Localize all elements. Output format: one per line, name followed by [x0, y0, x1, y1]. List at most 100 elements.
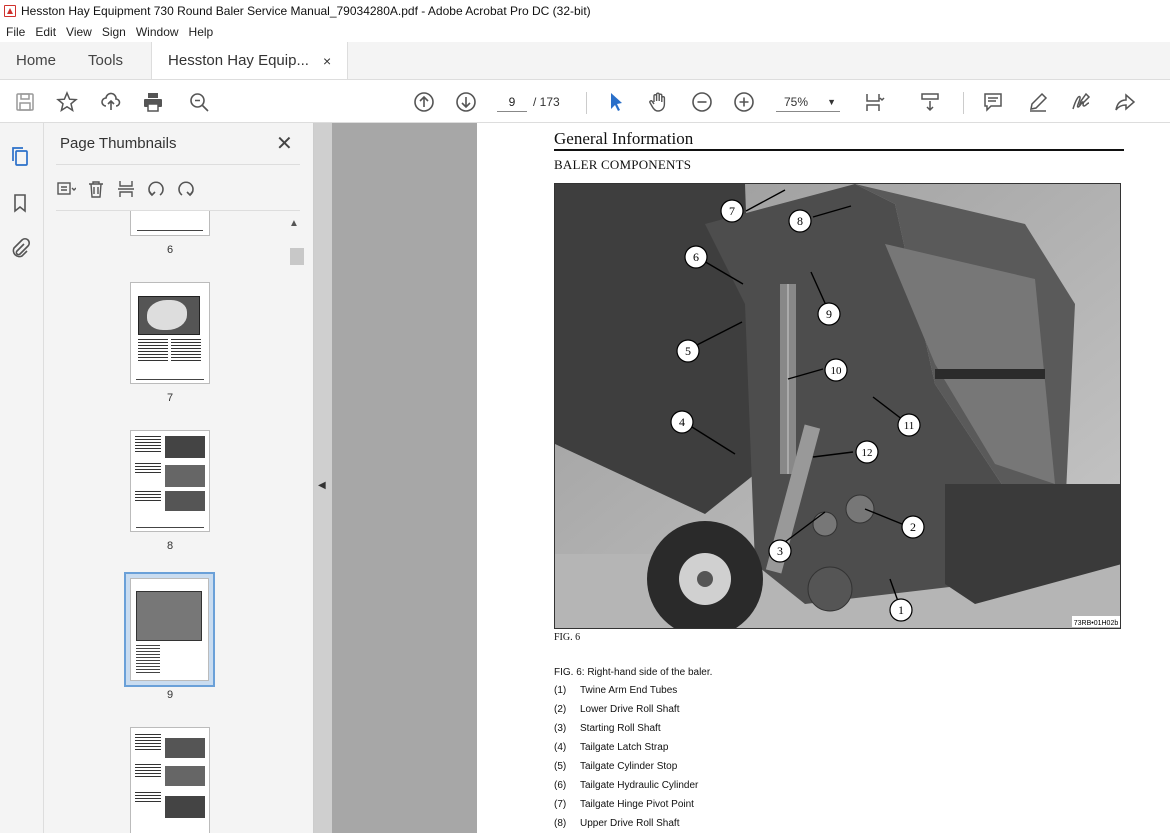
heading-rule [554, 149, 1124, 151]
page-thumbnails-icon[interactable] [9, 145, 33, 169]
scrollbar-thumb[interactable] [290, 248, 304, 265]
attachment-icon[interactable] [9, 237, 33, 261]
legend-item: (2) Lower Drive Roll Shaft [554, 704, 680, 715]
thumbnail-page-8[interactable] [130, 430, 210, 532]
title-bar: Hesston Hay Equipment 730 Round Baler Se… [0, 0, 1170, 22]
callout-3: 3 [768, 539, 792, 563]
svg-text:8: 8 [797, 214, 803, 228]
svg-text:10: 10 [831, 365, 843, 377]
divider [56, 164, 300, 165]
tab-home[interactable]: Home [0, 42, 72, 79]
thumbnail-label: 8 [166, 540, 174, 552]
menu-window[interactable]: Window [136, 25, 179, 39]
thumbnail-options-icon[interactable] [56, 179, 76, 199]
menu-view[interactable]: View [66, 25, 92, 39]
callout-9: 9 [817, 302, 841, 326]
svg-text:12: 12 [862, 447, 873, 459]
zoom-level-value: 75% [784, 95, 809, 109]
toolbar-divider [963, 92, 964, 114]
thumbnail-page-6[interactable] [130, 211, 210, 236]
menu-sign[interactable]: Sign [102, 25, 126, 39]
sign-icon[interactable] [1068, 89, 1094, 115]
window-title: Hesston Hay Equipment 730 Round Baler Se… [21, 4, 591, 18]
highlight-pen-icon[interactable] [1025, 89, 1051, 115]
figure-title: FIG. 6: Right-hand side of the baler. [554, 667, 713, 678]
thumbnail-page-9[interactable] [130, 578, 209, 681]
callout-1: 1 [889, 598, 913, 622]
svg-text:5: 5 [685, 344, 691, 358]
menu-edit[interactable]: Edit [35, 25, 56, 39]
menu-bar: File Edit View Sign Window Help [0, 22, 1170, 42]
callout-5: 5 [676, 339, 700, 363]
tab-close-icon[interactable]: × [323, 53, 331, 69]
collapse-panel-icon[interactable]: ◀ [318, 480, 326, 491]
legend-item: (6) Tailgate Hydraulic Cylinder [554, 780, 699, 791]
legend-item: (1) Twine Arm End Tubes [554, 685, 678, 696]
left-rail [0, 123, 44, 833]
toolbar: 9 / 173 75% ▼ [0, 80, 1170, 123]
acrobat-logo-icon [4, 5, 16, 17]
cloud-upload-icon[interactable] [98, 89, 124, 115]
callout-7: 7 [720, 199, 744, 223]
star-icon[interactable] [54, 89, 80, 115]
menu-help[interactable]: Help [189, 25, 214, 39]
callout-10: 10 [824, 358, 848, 382]
thumbnail-label: 9 [166, 689, 174, 701]
thumbnails-panel: Page Thumbnails ✕ 6 7 8 9 ▲ [44, 123, 314, 833]
callout-11: 11 [897, 413, 921, 437]
svg-text:2: 2 [910, 520, 916, 534]
legend-item: (5) Tailgate Cylinder Stop [554, 761, 678, 772]
panel-tools [56, 175, 206, 203]
previous-page-icon[interactable] [411, 89, 437, 115]
svg-text:9: 9 [826, 307, 832, 321]
share-icon[interactable] [1112, 89, 1138, 115]
comment-icon[interactable] [980, 89, 1006, 115]
page-number-input[interactable]: 9 [497, 92, 527, 112]
delete-page-icon[interactable] [86, 179, 106, 199]
page-display-icon[interactable] [862, 89, 888, 115]
photo-code: 73RB•01H02b [1074, 620, 1119, 627]
select-cursor-icon[interactable] [603, 89, 629, 115]
callout-8: 8 [788, 209, 812, 233]
callout-12: 12 [855, 440, 879, 464]
thumbnail-scrollbar[interactable]: ▲ [287, 218, 304, 833]
print-icon[interactable] [140, 89, 166, 115]
tab-tools[interactable]: Tools [72, 42, 139, 79]
svg-text:6: 6 [693, 250, 699, 264]
zoom-out-icon[interactable] [689, 89, 715, 115]
menu-file[interactable]: File [6, 25, 25, 39]
page-shadow [332, 123, 477, 833]
legend-item: (3) Starting Roll Shaft [554, 723, 661, 734]
next-page-icon[interactable] [453, 89, 479, 115]
rotate-right-icon[interactable] [176, 179, 196, 199]
legend-item: (8) Upper Drive Roll Shaft [554, 818, 680, 829]
insert-page-icon[interactable] [116, 179, 136, 199]
hand-tool-icon[interactable] [645, 89, 671, 115]
save-icon[interactable] [12, 89, 38, 115]
tab-document-label: Hesston Hay Equip... [168, 52, 309, 69]
thumbnail-page-10[interactable] [130, 727, 210, 833]
scroll-up-icon[interactable]: ▲ [289, 218, 299, 229]
close-panel-icon[interactable]: ✕ [276, 131, 293, 156]
scroll-mode-icon[interactable] [917, 89, 943, 115]
thumbnail-page-7[interactable] [130, 282, 210, 384]
page-subtitle: BALER COMPONENTS [554, 157, 692, 172]
component-legend: (1) Twine Arm End Tubes (2) Lower Drive Ro… [554, 685, 698, 833]
svg-text:11: 11 [904, 420, 915, 432]
callout-2: 2 [901, 515, 925, 539]
callout-6: 6 [684, 245, 708, 269]
tab-document[interactable]: Hesston Hay Equip... × [151, 42, 349, 79]
page-total: / 173 [533, 95, 560, 109]
rotate-left-icon[interactable] [146, 179, 166, 199]
tab-bar: Home Tools Hesston Hay Equip... × [0, 42, 1170, 80]
bookmark-icon[interactable] [9, 192, 33, 216]
baler-photo: 1 2 3 4 5 6 7 8 9 10 11 12 73RB•01H02b [554, 183, 1121, 629]
toolbar-divider [586, 92, 587, 114]
baler-illustration: 1 2 3 4 5 6 7 8 9 10 11 12 73RB•01H02b [555, 184, 1120, 628]
zoom-in-icon[interactable] [731, 89, 757, 115]
legend-item: (7) Tailgate Hinge Pivot Point [554, 799, 694, 810]
chevron-down-icon: ▼ [827, 97, 836, 107]
zoom-level-dropdown[interactable]: 75% ▼ [776, 92, 840, 112]
section-heading: General Information [554, 129, 694, 148]
zoom-search-icon[interactable] [186, 89, 212, 115]
